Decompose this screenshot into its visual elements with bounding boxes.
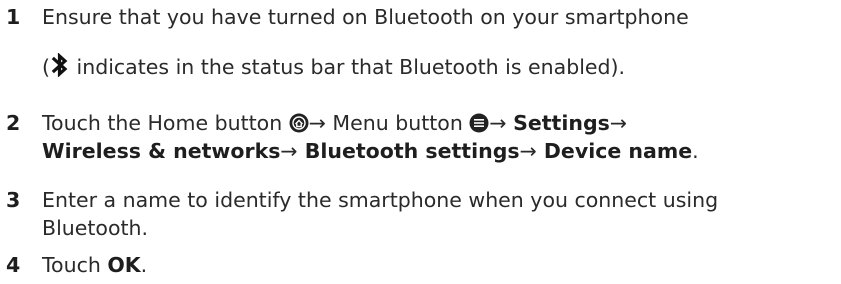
step-text: Ensure that you have turned on Bluetooth… <box>42 5 689 29</box>
home-button-icon <box>289 113 309 139</box>
bluetooth-settings-label: Bluetooth settings <box>297 139 520 163</box>
step-text-continued: ( indicates in the status bar that Bluet… <box>42 52 625 83</box>
ok-label: OK <box>107 253 141 277</box>
device-name-label: Device name <box>536 139 693 163</box>
bluetooth-icon <box>50 52 70 83</box>
wireless-networks-label: Wireless & networks <box>42 139 281 163</box>
instruction-steps: 1 Ensure that you have turned on Bluetoo… <box>0 0 841 284</box>
step-number: 2 <box>6 111 21 135</box>
step-text-continued: Wireless & networks→ Bluetooth settings→… <box>42 139 699 163</box>
step-text-continued: Bluetooth. <box>42 216 149 240</box>
settings-label: Settings <box>513 111 610 135</box>
step-number: 3 <box>6 188 21 212</box>
step-text: Enter a name to identify the smartphone … <box>42 188 719 212</box>
menu-button-icon <box>469 113 489 139</box>
step-number: 1 <box>6 5 21 29</box>
step-text: Touch the Home button → Menu button → Se… <box>42 110 627 139</box>
step-text: Touch OK. <box>42 253 148 277</box>
step-number: 4 <box>6 253 21 277</box>
